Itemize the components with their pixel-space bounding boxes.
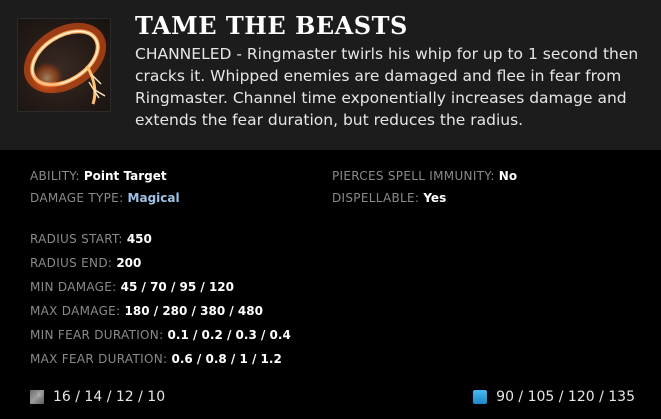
tooltip-body: ABILITY: Point Target DAMAGE TYPE: Magic… — [0, 150, 661, 419]
ability-title: TAME THE BEASTS — [135, 11, 408, 40]
stat-value: 0.1 / 0.2 / 0.3 / 0.4 — [167, 328, 291, 342]
damage-type: DAMAGE TYPE: Magical — [30, 191, 180, 205]
damage-type-value: Magical — [127, 191, 180, 205]
stat-value: 200 — [116, 256, 142, 270]
pierces-value: No — [498, 169, 518, 183]
stat-value: 0.6 / 0.8 / 1 / 1.2 — [171, 352, 282, 366]
pierces-label: PIERCES SPELL IMMUNITY: — [332, 169, 495, 183]
ability-behavior: ABILITY: Point Target — [30, 169, 167, 183]
dispellable-label: DISPELLABLE: — [332, 191, 420, 205]
stat-value: 450 — [126, 232, 152, 246]
stat-value: 180 / 280 / 380 / 480 — [124, 304, 263, 318]
dispellable: DISPELLABLE: Yes — [332, 191, 446, 205]
damage-type-label: DAMAGE TYPE: — [30, 191, 124, 205]
stat-label: MAX FEAR DURATION: — [30, 352, 168, 366]
stat-value: 45 / 70 / 95 / 120 — [120, 280, 234, 294]
stat-min-fear-duration: MIN FEAR DURATION: 0.1 / 0.2 / 0.3 / 0.4 — [30, 328, 291, 342]
ringmaster-whip-icon — [17, 18, 111, 112]
mana-cost-value: 90 / 105 / 120 / 135 — [496, 389, 635, 405]
stat-label: MIN DAMAGE: — [30, 280, 117, 294]
stat-min-damage: MIN DAMAGE: 45 / 70 / 95 / 120 — [30, 280, 234, 294]
ability-behavior-value: Point Target — [83, 169, 167, 183]
cooldown-value: 16 / 14 / 12 / 10 — [53, 389, 166, 405]
stat-label: RADIUS END: — [30, 256, 113, 270]
ability-description: CHANNELED - Ringmaster twirls his whip f… — [135, 45, 639, 129]
dispellable-value: Yes — [423, 191, 447, 205]
ability-tooltip: TAME THE BEASTS CHANNELED - Ringmaster t… — [0, 0, 661, 419]
pierces-spell-immunity: PIERCES SPELL IMMUNITY: No — [332, 169, 517, 183]
stat-radius-start: RADIUS START: 450 — [30, 232, 152, 246]
stat-label: RADIUS START: — [30, 232, 123, 246]
stat-radius-end: RADIUS END: 200 — [30, 256, 141, 270]
stat-label: MIN FEAR DURATION: — [30, 328, 164, 342]
ability-behavior-label: ABILITY: — [30, 169, 80, 183]
stat-max-fear-duration: MAX FEAR DURATION: 0.6 / 0.8 / 1 / 1.2 — [30, 352, 282, 366]
mana-cost: 90 / 105 / 120 / 135 — [473, 386, 635, 408]
stat-label: MAX DAMAGE: — [30, 304, 121, 318]
cooldown: 16 / 14 / 12 / 10 — [30, 386, 165, 408]
mana-cost-icon — [473, 390, 488, 404]
stat-max-damage: MAX DAMAGE: 180 / 280 / 380 / 480 — [30, 304, 263, 318]
tooltip-header: TAME THE BEASTS CHANNELED - Ringmaster t… — [0, 0, 661, 150]
cooldown-icon — [30, 390, 44, 404]
